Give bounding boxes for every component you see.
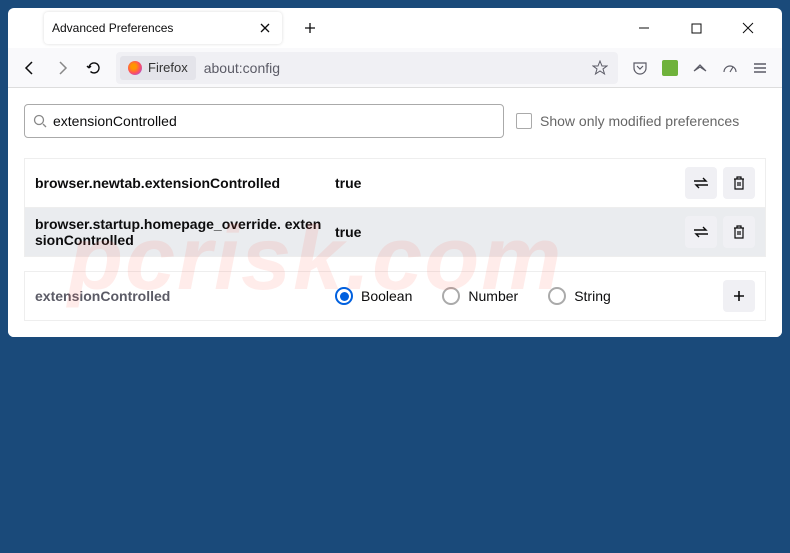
toggle-button[interactable] bbox=[685, 167, 717, 199]
search-box[interactable] bbox=[24, 104, 504, 138]
browser-window: Advanced Preferences Firefox about:confi… bbox=[8, 8, 782, 337]
browser-tab[interactable]: Advanced Preferences bbox=[44, 12, 282, 44]
firefox-icon bbox=[128, 61, 142, 75]
radio-boolean[interactable]: Boolean bbox=[335, 287, 412, 305]
type-radio-group: Boolean Number String bbox=[335, 287, 611, 305]
extension-icon[interactable] bbox=[656, 54, 684, 82]
nav-toolbar: Firefox about:config bbox=[8, 48, 782, 88]
new-pref-name: extensionControlled bbox=[35, 288, 335, 304]
tab-title: Advanced Preferences bbox=[52, 21, 256, 35]
radio-string[interactable]: String bbox=[548, 287, 611, 305]
radio-number[interactable]: Number bbox=[442, 287, 518, 305]
close-tab-icon[interactable] bbox=[256, 19, 274, 37]
pref-name: browser.newtab.extensionControlled bbox=[35, 175, 335, 191]
titlebar: Advanced Preferences bbox=[8, 8, 782, 48]
search-icon bbox=[33, 114, 47, 128]
bookmark-star-icon[interactable] bbox=[586, 54, 614, 82]
search-input[interactable] bbox=[53, 113, 495, 129]
radio-icon bbox=[335, 287, 353, 305]
delete-button[interactable] bbox=[723, 216, 755, 248]
identity-label: Firefox bbox=[148, 60, 188, 75]
search-row: Show only modified preferences bbox=[24, 104, 766, 138]
new-tab-button[interactable] bbox=[296, 14, 324, 42]
forward-button[interactable] bbox=[48, 54, 76, 82]
show-modified-label: Show only modified preferences bbox=[540, 113, 739, 129]
gauge-icon[interactable] bbox=[716, 54, 744, 82]
radio-icon bbox=[442, 287, 460, 305]
identity-box[interactable]: Firefox bbox=[120, 56, 196, 80]
maximize-button[interactable] bbox=[682, 14, 710, 42]
prefs-table: browser.newtab.extensionControlled true … bbox=[24, 158, 766, 257]
pref-value: true bbox=[335, 224, 555, 240]
toggle-button[interactable] bbox=[685, 216, 717, 248]
url-text: about:config bbox=[196, 60, 586, 76]
pref-value: true bbox=[335, 175, 555, 191]
menu-button[interactable] bbox=[746, 54, 774, 82]
reload-button[interactable] bbox=[80, 54, 108, 82]
radio-icon bbox=[548, 287, 566, 305]
show-modified-checkbox[interactable]: Show only modified preferences bbox=[516, 113, 739, 129]
new-pref-row: extensionControlled Boolean Number Strin… bbox=[24, 271, 766, 321]
pocket-icon[interactable] bbox=[626, 54, 654, 82]
url-bar[interactable]: Firefox about:config bbox=[116, 52, 618, 84]
delete-button[interactable] bbox=[723, 167, 755, 199]
pref-row: browser.startup.homepage_override. exten… bbox=[25, 208, 765, 256]
checkbox-icon bbox=[516, 113, 532, 129]
inbox-icon[interactable] bbox=[686, 54, 714, 82]
pref-name: browser.startup.homepage_override. exten… bbox=[35, 216, 335, 248]
minimize-button[interactable] bbox=[630, 14, 658, 42]
back-button[interactable] bbox=[16, 54, 44, 82]
close-window-button[interactable] bbox=[734, 14, 762, 42]
add-pref-button[interactable] bbox=[723, 280, 755, 312]
pref-row: browser.newtab.extensionControlled true bbox=[25, 159, 765, 208]
about-config-content: Show only modified preferences browser.n… bbox=[8, 88, 782, 337]
window-controls bbox=[630, 14, 776, 42]
